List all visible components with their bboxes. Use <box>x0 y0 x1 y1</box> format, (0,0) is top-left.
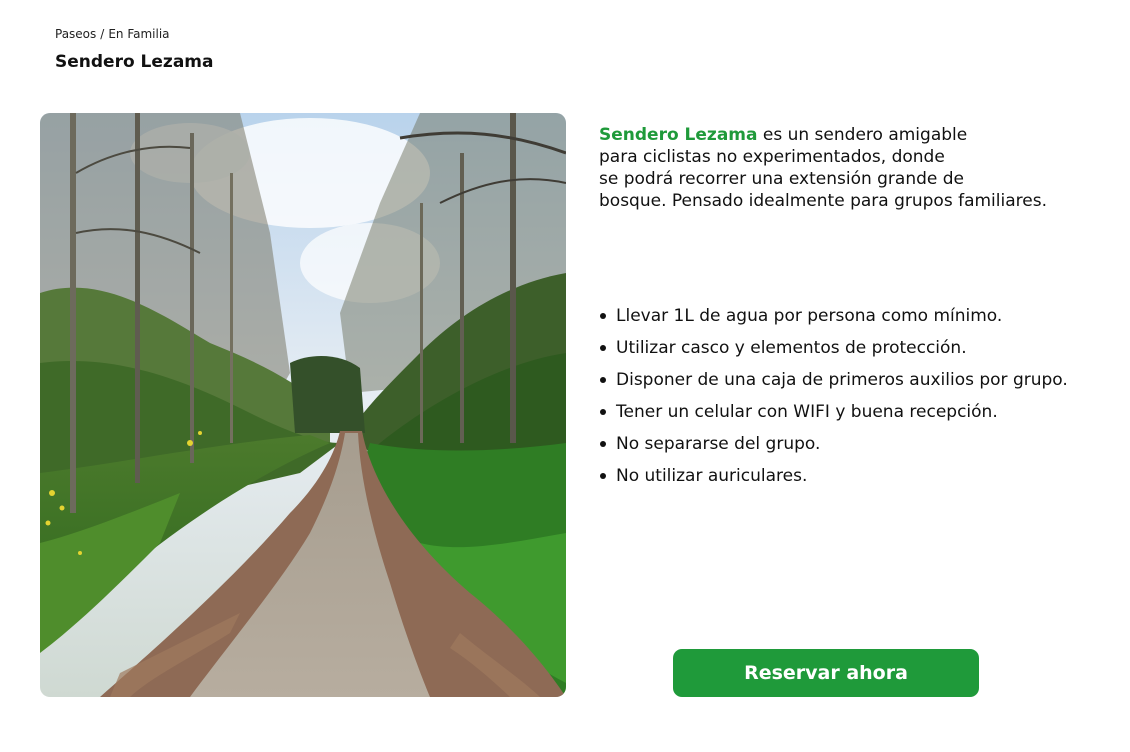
trail-description: Sendero Lezama es un sendero amigable pa… <box>599 124 1099 212</box>
description-highlight: Sendero Lezama <box>599 125 758 145</box>
recommendation-item: Utilizar casco y elementos de protección… <box>599 332 1068 364</box>
recommendation-item: No utilizar auriculares. <box>599 460 1068 492</box>
trail-photo-illustration <box>40 113 566 697</box>
description-line-3: se podrá recorrer una extensión grande d… <box>599 169 965 189</box>
breadcrumb-item-en-familia[interactable]: En Familia <box>108 27 169 41</box>
breadcrumb-item-paseos[interactable]: Paseos <box>55 27 96 41</box>
recommendation-item: Tener un celular con WIFI y buena recepc… <box>599 396 1068 428</box>
description-line-2: para ciclistas no experimentados, donde <box>599 147 945 167</box>
description-line-4: bosque. Pensado idealmente para grupos f… <box>599 191 1047 211</box>
recommendation-item: Disponer de una caja de primeros auxilio… <box>599 364 1068 396</box>
recommendation-item: Llevar 1L de agua por persona como mínim… <box>599 300 1068 332</box>
reserve-button[interactable]: Reservar ahora <box>673 649 979 697</box>
breadcrumb: Paseos / En Familia <box>55 27 170 41</box>
page-title: Sendero Lezama <box>55 52 214 72</box>
recommendation-item: No separarse del grupo. <box>599 428 1068 460</box>
description-line-1-text: es un sendero amigable <box>757 125 968 145</box>
description-line-1: Sendero Lezama es un sendero amigable <box>599 124 1099 146</box>
trail-photo <box>40 113 566 697</box>
breadcrumb-separator: / <box>100 27 105 41</box>
recommendations-list: Llevar 1L de agua por persona como mínim… <box>599 300 1068 492</box>
